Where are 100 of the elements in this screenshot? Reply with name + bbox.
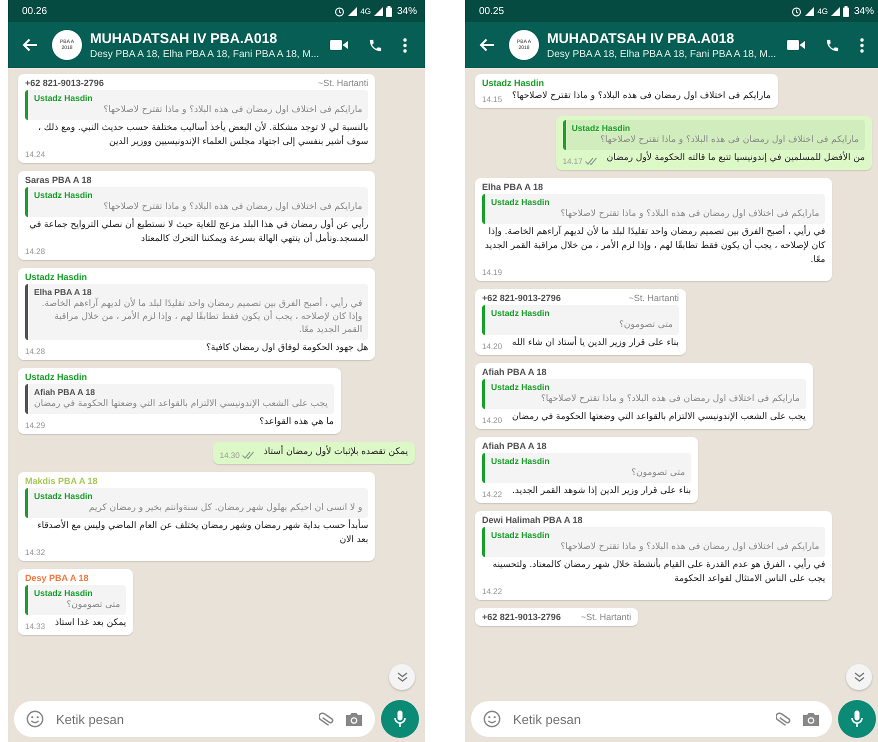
message-text: يجب على الشعب الإندونيسي الالتزام بالقواعد التي وضعتها الحكومة في رمضان bbox=[512, 410, 806, 424]
back-arrow-icon[interactable] bbox=[479, 38, 495, 52]
message-time: 14.20 bbox=[482, 342, 502, 351]
quoted-text: متى تصومون؟ bbox=[618, 318, 673, 332]
more-options-icon[interactable] bbox=[403, 38, 407, 52]
quoted-author: Ustadz Hasdin bbox=[34, 190, 94, 200]
message-bubble[interactable] bbox=[475, 510, 832, 600]
message-bubble[interactable] bbox=[18, 74, 376, 163]
quoted-text: مارايكم فى اختلاف اول رمضان فى هذه البلاد؟ و ماذا تقترح لاصلاحها؟ bbox=[540, 392, 800, 406]
battery-icon bbox=[842, 6, 849, 16]
message-text: هل جهود الحكومة لوفاق اول رمضان كافية؟ bbox=[206, 342, 368, 355]
phone-icon[interactable] bbox=[368, 38, 383, 52]
sender-name: Ustadz Hasdin bbox=[25, 272, 88, 282]
sender-name: +62 821-9013-2796 bbox=[25, 78, 104, 88]
battery-percent: 34% bbox=[396, 6, 417, 16]
message-bubble[interactable] bbox=[18, 170, 376, 260]
microphone-icon bbox=[851, 710, 863, 728]
video-camera-icon[interactable] bbox=[330, 39, 348, 51]
message-time: 14.28 bbox=[25, 346, 46, 356]
sender-alias: ~St. Hartanti bbox=[580, 612, 632, 622]
message-field[interactable]: Ketik pesan bbox=[511, 710, 766, 728]
message-text: ما هي هذه القواعد؟ bbox=[259, 416, 334, 429]
paperclip-icon[interactable] bbox=[776, 710, 792, 728]
signal-icon bbox=[805, 6, 814, 16]
camera-icon[interactable] bbox=[802, 712, 820, 726]
signal-icon bbox=[374, 6, 383, 16]
quoted-author: Afiah PBA A 18 bbox=[34, 386, 96, 397]
message-text: بناء على قرار وزير الدين يا أستاذ ان شاء الله bbox=[512, 336, 679, 350]
quoted-text: يجب على الشعب الإندونيسي الالتزام بالقواعد التي وضعتها الحكومة في رمضان bbox=[34, 398, 328, 411]
quoted-text: متى تصومون؟ bbox=[630, 466, 686, 480]
sender-name: Ustadz Hasdin bbox=[25, 372, 88, 382]
group-members: Desy PBA A 18, Elha PBA A 18, Fani PBA A 18, M... bbox=[90, 48, 316, 62]
paperclip-icon[interactable] bbox=[319, 710, 335, 728]
scroll-down-button[interactable] bbox=[389, 664, 415, 690]
message-field[interactable]: Ketik pesan bbox=[54, 710, 309, 728]
quoted-author: Ustadz Hasdin bbox=[34, 588, 94, 598]
message-text: بالنسبة لي لا توجد مشكلة. لأن البعض يأخذ أساليب مختلفة حسب حديث النبي. ومع ذلك ، سوف أشير بنفسي إلى اجتهاد مجلس العلماء الإندونيسيين ووزير الدين bbox=[25, 122, 368, 150]
sender-name: Saras PBA A 18 bbox=[25, 174, 92, 185]
group-title[interactable]: MUHADATSAH IV PBA.A018 bbox=[90, 28, 316, 48]
double-chevron-down-icon bbox=[396, 672, 408, 682]
message-text: مارايكم فى اختلاف اول رمضان فى هذه البلاد؟ و ماذا تقترح لاصلاحها؟ bbox=[512, 90, 771, 103]
video-camera-icon[interactable] bbox=[787, 39, 805, 51]
quoted-text: مارايكم فى اختلاف اول رمضان فى هذه البلاد؟ و ماذا تقترح لاصلاحها؟ bbox=[560, 540, 820, 554]
double-check-icon bbox=[584, 157, 597, 166]
message-text: في رأيي ، الفرق هو عدم القدرة على القيام بأنشطة خلال شهر رمضان كالمعتاد. ولتحسينه يجب على الناس الامتثال لقواعد الحكومة bbox=[492, 558, 826, 586]
clock-time: 00.25 bbox=[479, 6, 504, 16]
message-time: 14.30 bbox=[220, 450, 240, 460]
alarm-icon bbox=[334, 6, 346, 16]
message-bubble[interactable] bbox=[475, 178, 832, 281]
battery-percent: 34% bbox=[854, 6, 874, 16]
message-input[interactable]: Ketik pesan bbox=[471, 701, 832, 737]
emoji-icon[interactable] bbox=[483, 710, 501, 728]
signal-icon bbox=[830, 6, 840, 16]
message-time: 14.22 bbox=[482, 490, 502, 499]
sender-name: Afiah PBA A 18 bbox=[482, 440, 547, 451]
sender-name: Elha PBA A 18 bbox=[482, 182, 544, 192]
more-options-icon[interactable] bbox=[860, 38, 864, 52]
camera-icon[interactable] bbox=[345, 712, 363, 726]
quoted-text: متى تصومون؟ bbox=[65, 598, 120, 612]
alarm-icon bbox=[791, 6, 802, 16]
sender-name: Afiah PBA A 18 bbox=[482, 366, 547, 377]
quoted-author: Ustadz Hasdin bbox=[491, 382, 551, 392]
message-text: بناء على قرار وزير الدين إذا شوهد القمر الجديد. bbox=[512, 484, 692, 498]
message-time: 14.28 bbox=[25, 246, 46, 256]
message-text: يمكن بعد غدا استاذ bbox=[55, 616, 126, 630]
quoted-author: Ustadz Hasdin bbox=[491, 456, 551, 466]
message-time: 14.32 bbox=[25, 548, 46, 557]
battery-icon bbox=[386, 6, 392, 16]
quoted-author: Ustadz Hasdin bbox=[491, 196, 551, 207]
double-check-icon bbox=[242, 451, 254, 460]
quoted-text: في رأيي ، أصبح الفرق بين تصميم رمضان واحد تقليدًا لبلد ما لأن لديهم آراءهم الخاصة. وإذا كان لإصلاحه ، يجب أن يكون فقط تطابقًا لهم ، وإذا لزم الأمر ، من خلال مراقبة القمر الجديد معًا. bbox=[40, 298, 362, 337]
network-type: 4G bbox=[817, 6, 828, 16]
sender-name: +62 821-9013-2796 bbox=[482, 292, 561, 303]
signal-icon bbox=[348, 6, 358, 16]
emoji-icon[interactable] bbox=[26, 710, 44, 728]
message-time: 14.19 bbox=[482, 268, 502, 277]
message-time: 14.15 bbox=[482, 94, 502, 104]
message-time: 14.20 bbox=[482, 416, 502, 425]
message-time: 14.24 bbox=[25, 150, 46, 159]
back-arrow-icon[interactable] bbox=[22, 38, 38, 52]
message-text: سأبدأ حسب بداية شهر رمضان وشهر رمضان يختلف عن العام الماضي وليس مع الأصدقاء بعد الان bbox=[36, 520, 368, 547]
quoted-text: مارايكم فى اختلاف اول رمضان فى هذه البلاد؟ و ماذا تقترح لاصلاحها؟ bbox=[560, 208, 820, 221]
sender-name: Ustadz Hasdin bbox=[482, 78, 544, 88]
message-bubble[interactable]: +62 821-9013-2796 ~St. Hartanti bbox=[475, 608, 638, 626]
scroll-down-button[interactable] bbox=[846, 664, 872, 690]
microphone-icon bbox=[394, 710, 406, 728]
group-title[interactable]: MUHADATSAH IV PBA.A018 bbox=[547, 28, 773, 48]
message-input[interactable]: Ketik pesan bbox=[14, 701, 375, 737]
message-time: 14.33 bbox=[25, 622, 46, 631]
clock-time: 00.26 bbox=[22, 6, 48, 16]
sender-alias: ~St. Hartanti bbox=[318, 78, 368, 88]
message-time: 14.22 bbox=[482, 586, 502, 596]
network-type: 4G bbox=[360, 6, 371, 16]
message-time: 14.17 bbox=[562, 156, 583, 166]
message-bubble[interactable] bbox=[18, 268, 376, 360]
quoted-author: Ustadz Hasdin bbox=[34, 93, 94, 103]
microphone-button[interactable] bbox=[381, 700, 419, 738]
phone-icon[interactable] bbox=[825, 38, 840, 52]
message-text: يمكن تقصده بلإثبات لأول رمضان أستاذ bbox=[264, 446, 408, 459]
microphone-button[interactable] bbox=[838, 700, 876, 738]
